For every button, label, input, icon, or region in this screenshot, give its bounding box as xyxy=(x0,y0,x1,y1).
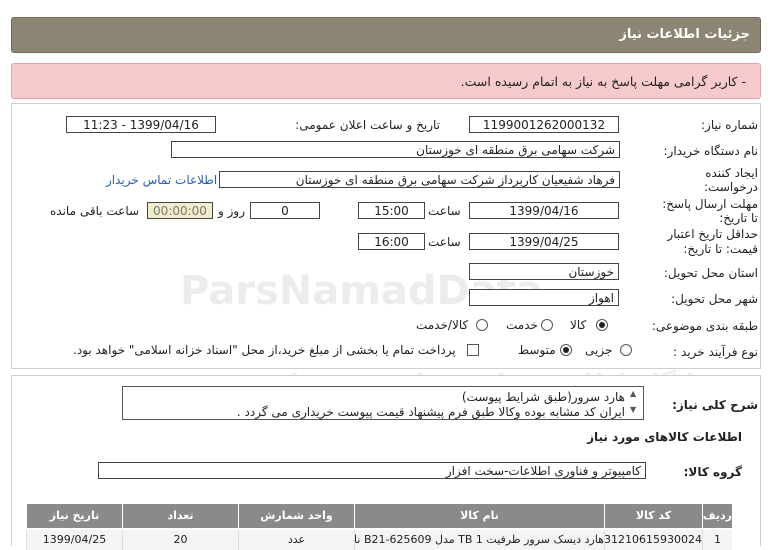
goods-group-field: کامپیوتر و فناوری اطلاعات-سخت افزار xyxy=(98,462,646,479)
creator-label-1: ایجاد کننده xyxy=(705,166,758,180)
table-cell-name: هارد دیسک سرور ظرفیت 1 TB مدل B21-625609… xyxy=(354,530,604,550)
process-option-medium: متوسط xyxy=(518,343,556,357)
col-header-name: نام کالا xyxy=(354,504,604,528)
buyer-label: نام دستگاه خریدار: xyxy=(663,144,759,158)
validity-label-2: قیمت: تا تاریخ: xyxy=(683,242,758,256)
announce-label: تاریخ و ساعت اعلان عمومی: xyxy=(295,118,440,132)
category-label: طبقه بندی موضوعی: xyxy=(651,319,758,333)
table-cell-unit: عدد xyxy=(238,530,354,550)
deadline-label-2: تا تاریخ: xyxy=(719,211,758,225)
category-radio-service[interactable] xyxy=(541,319,553,331)
category-option-both: کالا/خدمت xyxy=(416,318,469,332)
validity-date-field: 1399/04/25 xyxy=(469,233,619,250)
process-radio-medium[interactable] xyxy=(560,344,572,356)
table-cell-qty: 20 xyxy=(122,530,238,550)
announce-field: 1399/04/16 - 11:23 xyxy=(66,116,216,133)
city-field: اهواز xyxy=(469,289,619,306)
summary-label: شرح کلی نیاز: xyxy=(672,398,758,412)
province-field: خوزستان xyxy=(469,263,619,280)
category-option-service: خدمت xyxy=(506,318,538,332)
category-radio-both[interactable] xyxy=(476,319,488,331)
days-label: روز و xyxy=(218,204,245,218)
category-radio-goods[interactable] xyxy=(596,319,608,331)
city-label: شهر محل تحویل: xyxy=(671,292,758,306)
col-header-unit: واحد شمارش xyxy=(238,504,354,528)
validity-time-label: ساعت xyxy=(428,235,461,249)
deadline-date-field: 1399/04/16 xyxy=(469,202,619,219)
col-header-date: تاریخ نیاز xyxy=(26,504,122,528)
validity-label-1: حداقل تاریخ اعتبار xyxy=(667,227,758,241)
buyer-contact-link[interactable]: اطلاعات تماس خریدار xyxy=(106,173,217,187)
deadline-time-label: ساعت xyxy=(428,204,461,218)
table-cell-row: 1 xyxy=(702,530,732,550)
province-label: استان محل تحویل: xyxy=(663,266,758,280)
table-cell-code: 4231210615930024 xyxy=(604,530,702,550)
creator-label-2: درخواست: xyxy=(704,180,758,194)
col-header-qty: تعداد xyxy=(122,504,238,528)
goods-group-label: گروه کالا: xyxy=(683,465,742,479)
summary-line-1: هارد سرور(طبق شرایط پیوست) xyxy=(461,390,625,404)
col-header-code: کد کالا xyxy=(604,504,702,528)
deadline-alert: - کاربر گرامی مهلت پاسخ به نیاز به اتمام… xyxy=(11,63,761,99)
goods-info-title: اطلاعات کالاهای مورد نیاز xyxy=(587,430,742,444)
col-header-row: ردیف xyxy=(702,504,732,528)
page-title: جزئیات اطلاعات نیاز xyxy=(619,27,750,42)
remaining-label: ساعت باقی مانده xyxy=(50,204,140,218)
deadline-time-field: 15:00 xyxy=(358,202,425,219)
creator-field: فرهاد شفیعیان کاربرداز شرکت سهامی برق من… xyxy=(219,171,620,188)
treasury-payment-text: پرداخت تمام یا بخشی از مبلغ خرید،از محل … xyxy=(73,343,456,357)
buyer-field: شرکت سهامی برق منطقه ای خوزستان xyxy=(171,141,620,158)
process-option-minor: جزیی xyxy=(585,343,613,357)
summary-line-2: ایران کد مشابه بوده وکالا طبق فرم پیشنها… xyxy=(236,405,625,419)
need-number-label: شماره نیاز: xyxy=(701,118,758,132)
scroll-up-icon[interactable]: ▲ xyxy=(630,389,636,398)
category-option-goods: کالا xyxy=(570,318,587,332)
process-label: نوع فرآیند خرید : xyxy=(673,345,758,359)
need-number-field: 1199001262000132 xyxy=(469,116,619,133)
remaining-time-field: 00:00:00 xyxy=(147,202,213,219)
page-header: جزئیات اطلاعات نیاز xyxy=(11,17,761,53)
summary-textarea[interactable]: هارد سرور(طبق شرایط پیوست) ایران کد مشاب… xyxy=(122,386,644,420)
table-cell-date: 1399/04/25 xyxy=(26,530,122,550)
process-radio-minor[interactable] xyxy=(620,344,632,356)
treasury-payment-checkbox[interactable] xyxy=(467,344,479,356)
days-field: 0 xyxy=(250,202,320,219)
validity-time-field: 16:00 xyxy=(358,233,425,250)
alert-text: - کاربر گرامی مهلت پاسخ به نیاز به اتمام… xyxy=(460,74,746,89)
scroll-down-icon[interactable]: ▼ xyxy=(630,405,636,414)
deadline-label-1: مهلت ارسال پاسخ: xyxy=(662,197,758,211)
